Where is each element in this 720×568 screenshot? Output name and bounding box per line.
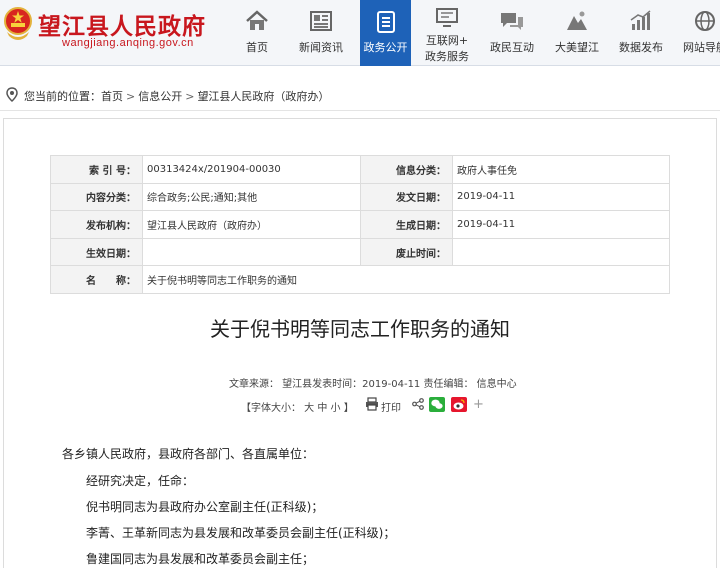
home-icon <box>246 10 268 30</box>
nav-news-label: 新闻资讯 <box>299 41 343 54</box>
landscape-icon <box>567 11 587 30</box>
breadcrumb-info-public[interactable]: 信息公开 <box>138 90 182 103</box>
article-paragraph: 经研究决定，任命： <box>86 474 195 488</box>
article-title: 关于倪书明等同志工作职务的通知 <box>210 317 510 341</box>
effective-date-value <box>142 237 361 267</box>
nav-scenery[interactable]: 大美望江 <box>548 0 606 66</box>
site-title[interactable]: 望江县人民政府 <box>38 7 206 41</box>
nav-home-label: 首页 <box>246 41 268 54</box>
publisher-value: 望江县人民政府（政府办） <box>142 210 361 239</box>
nav-internet-service-label2: 政务服务 <box>425 50 469 63</box>
breadcrumb-text: 您当前的位置：首页 > 信息公开 > 望江县人民政府（政府办） <box>24 88 329 104</box>
publisher-label: 发布机构： <box>50 210 143 239</box>
site-domain: wangjiang.anqing.gov.cn <box>62 37 194 49</box>
breadcrumb-home[interactable]: 首页 <box>101 90 123 103</box>
article-paragraph: 李菁、王革新同志为县发展和改革委员会副主任(正科级)； <box>86 526 396 540</box>
national-emblem-icon <box>4 7 32 40</box>
newspaper-icon <box>310 11 332 31</box>
printer-icon[interactable] <box>365 397 379 411</box>
breadcrumb-separator: > <box>126 90 136 103</box>
table-row: 生效日期： 废止时间： <box>50 237 670 267</box>
monitor-icon <box>436 8 458 27</box>
font-size-control[interactable]: 【字体大小： 大 中 小 】 <box>241 399 354 414</box>
issue-date-label: 发文日期： <box>360 182 453 212</box>
location-pin-icon <box>6 87 18 102</box>
nav-home[interactable]: 首页 <box>228 0 286 66</box>
nav-scenery-label: 大美望江 <box>555 41 599 54</box>
content-type-label: 内容分类： <box>50 182 143 212</box>
index-label: 索 引 号： <box>50 155 143 184</box>
nav-news[interactable]: 新闻资讯 <box>292 0 350 66</box>
nav-gov-affairs-label: 政务公开 <box>363 41 408 54</box>
nav-data-label: 数据发布 <box>619 41 663 54</box>
print-button[interactable]: 打印 <box>381 399 401 414</box>
article-paragraph: 鲁建国同志为县发展和改革委员会副主任； <box>86 552 315 566</box>
issue-date-value: 2019-04-11 <box>452 182 670 212</box>
effective-date-label: 生效日期： <box>50 237 143 267</box>
generate-date-label: 生成日期： <box>360 210 453 239</box>
breadcrumb: 您当前的位置：首页 > 信息公开 > 望江县人民政府（政府办） <box>0 83 720 107</box>
chat-icon <box>501 13 523 30</box>
content-type-value: 综合政务;公民;通知;其他 <box>142 182 361 212</box>
wechat-icon[interactable] <box>429 397 445 412</box>
info-table: 索 引 号： 00313424x/201904-00030 信息分类： 政府人事… <box>50 155 670 294</box>
globe-icon <box>695 11 715 31</box>
share-icon[interactable] <box>412 398 424 410</box>
nav-sitemap-label: 网站导航 <box>683 41 720 54</box>
breadcrumb-prefix: 您当前的位置： <box>24 90 101 103</box>
nav-sitemap[interactable]: 网站导航 <box>676 0 720 66</box>
breadcrumb-gov-office[interactable]: 望江县人民政府（政府办） <box>197 90 329 103</box>
breadcrumb-separator: > <box>185 90 195 103</box>
table-row: 索 引 号： 00313424x/201904-00030 信息分类： 政府人事… <box>50 155 670 184</box>
table-row: 发布机构： 望江县人民政府（政府办） 生成日期： 2019-04-11 <box>50 210 670 239</box>
nav-interaction[interactable]: 政民互动 <box>483 0 541 66</box>
more-share-icon[interactable]: + <box>473 397 484 412</box>
nav-interaction-label: 政民互动 <box>490 41 534 54</box>
name-value: 关于倪书明等同志工作职务的通知 <box>142 265 670 294</box>
article-paragraph: 倪书明同志为县政府办公室副主任(正科级)； <box>86 500 324 514</box>
abolish-date-value <box>452 237 670 267</box>
weibo-icon[interactable] <box>451 397 467 412</box>
nav-internet-service-label: 互联网+ <box>425 34 469 47</box>
generate-date-value: 2019-04-11 <box>452 210 670 239</box>
category-label: 信息分类： <box>360 155 453 184</box>
table-row: 内容分类： 综合政务;公民;通知;其他 发文日期： 2019-04-11 <box>50 182 670 212</box>
nav-internet-service[interactable]: 互联网+ 政务服务 <box>418 0 476 66</box>
name-label: 名 称： <box>50 265 143 294</box>
table-row: 名 称： 关于倪书明等同志工作职务的通知 <box>50 265 670 294</box>
breadcrumb-divider <box>0 110 720 111</box>
document-icon <box>376 11 395 33</box>
article-paragraph: 各乡镇人民政府，县政府各部门、各直属单位： <box>62 447 315 461</box>
nav-gov-affairs[interactable]: 政务公开 <box>360 0 411 66</box>
article-meta: 文章来源： 望江县发表时间：2019-04-11 责任编辑： 信息中心 <box>229 379 517 390</box>
site-header: 望江县人民政府 wangjiang.anqing.gov.cn 首页 新闻资讯 … <box>0 0 720 66</box>
bar-chart-icon <box>630 10 651 30</box>
nav-data[interactable]: 数据发布 <box>612 0 670 66</box>
abolish-date-label: 废止时间： <box>360 237 453 267</box>
index-value: 00313424x/201904-00030 <box>142 155 361 184</box>
category-value: 政府人事任免 <box>452 155 670 184</box>
